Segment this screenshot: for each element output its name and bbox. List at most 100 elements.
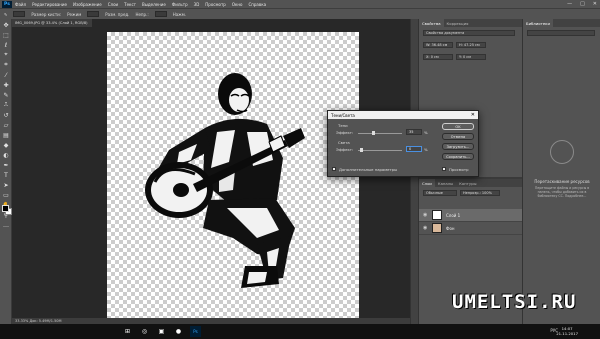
menu-item-window[interactable]: Окно <box>232 2 243 7</box>
pen-tool-icon[interactable]: ✒ <box>1 161 11 169</box>
menu-item-select[interactable]: Выделение <box>142 2 166 7</box>
load-button[interactable]: Загрузить... <box>442 143 474 150</box>
quick-select-tool-icon[interactable]: ⌖ <box>1 51 11 59</box>
shape-tool-icon[interactable]: ▭ <box>1 191 11 199</box>
blend-mode-select[interactable]: Обычные <box>423 190 457 196</box>
menu-item-help[interactable]: Справка <box>248 2 266 7</box>
highlights-amount-input[interactable]: 0 <box>406 146 422 152</box>
explorer-icon[interactable]: ▣ <box>156 326 167 337</box>
layer-row[interactable]: ◉ Фон <box>419 222 522 235</box>
library-select[interactable] <box>527 30 595 36</box>
window-controls: — □ ✕ <box>567 1 597 7</box>
chrome-icon[interactable]: ● <box>173 326 184 337</box>
menu-item-view[interactable]: Просмотр <box>205 2 226 7</box>
eye-icon[interactable]: ◉ <box>423 212 428 218</box>
highlights-slider-track[interactable] <box>358 150 402 151</box>
pressure-label: Нажм. <box>172 11 187 17</box>
browser-icon[interactable]: ◎ <box>139 326 150 337</box>
blur-tool-icon[interactable]: ◆ <box>1 141 11 149</box>
lasso-tool-icon[interactable]: ℓ <box>1 41 11 49</box>
dodge-tool-icon[interactable]: ◐ <box>1 151 11 159</box>
guitarist-silhouette-image <box>145 73 305 288</box>
layer-name: Фон <box>446 225 455 231</box>
y-field[interactable]: Y: 0 см <box>456 54 486 60</box>
menu-item-image[interactable]: Изображение <box>73 2 102 7</box>
layer-row[interactable]: ◉ Слой 1 <box>419 209 522 222</box>
menu-item-layers[interactable]: Слои <box>108 2 118 7</box>
menu-item-filter[interactable]: Фильтр <box>172 2 188 7</box>
eraser-tool-icon[interactable]: ▱ <box>1 121 11 129</box>
tab-paths[interactable]: Контуры <box>456 179 479 187</box>
layer-thumbnail <box>432 210 442 220</box>
clock[interactable]: 14:07 21.11.2017 <box>556 326 578 336</box>
brush-preset-picker[interactable] <box>13 11 26 17</box>
mode-label: Режим <box>67 11 82 17</box>
opacity-label: Непр.: <box>135 11 149 17</box>
gradient-tool-icon[interactable]: ▤ <box>1 131 11 139</box>
ok-button[interactable]: OK <box>442 123 474 130</box>
photoshop-taskbar-icon[interactable]: Ps <box>190 326 201 337</box>
menu-item-edit[interactable]: Редактирование <box>32 2 67 7</box>
document-tab[interactable]: IMG_0069.JPG @ 33.4% (Слой 1, RGB/8) <box>12 19 92 27</box>
type-tool-icon[interactable]: T <box>1 171 11 179</box>
shadows-slider-track[interactable] <box>358 133 402 134</box>
shadows-percent: % <box>424 130 428 135</box>
cancel-button[interactable]: Отмена <box>442 133 474 140</box>
menu-bar: Ps Файл Редактирование Изображение Слои … <box>0 0 600 8</box>
shadows-highlights-dialog: Тени/Света ✕ Тени Эффект: 35 % Света Эфф… <box>327 110 479 177</box>
minimize-button[interactable]: — <box>567 1 572 7</box>
tab-layers[interactable]: Слои <box>419 179 435 187</box>
tab-libraries[interactable]: Библиотеки <box>523 19 553 27</box>
menu-item-3d[interactable]: 3D <box>194 2 200 7</box>
dialog-close-icon[interactable]: ✕ <box>471 112 475 118</box>
windows-start-icon[interactable]: ⊞ <box>122 326 133 337</box>
opacity-input[interactable] <box>154 11 167 17</box>
properties-header: Свойства документа <box>423 30 515 36</box>
brush-tool-icon[interactable]: ✎ <box>4 12 7 17</box>
move-tool-icon[interactable]: ✥ <box>1 21 11 29</box>
close-button[interactable]: ✕ <box>593 1 597 7</box>
shadows-slider-thumb[interactable] <box>372 131 375 135</box>
canvas[interactable] <box>107 32 359 318</box>
height-field[interactable]: H: 47.25 см <box>456 42 486 48</box>
clone-stamp-tool-icon[interactable]: ⎍ <box>1 101 11 109</box>
tab-properties[interactable]: Свойства <box>419 19 444 27</box>
path-select-tool-icon[interactable]: ➤ <box>1 181 11 189</box>
preview-checkbox[interactable] <box>442 167 446 171</box>
eyedropper-tool-icon[interactable]: ⁄ <box>1 71 11 79</box>
toolbar: ✥ ⬚ ℓ ⌖ ⌗ ⁄ ✚ ✎ ⎍ ↺ ▱ ▤ ◆ ◐ ✒ T ➤ ▭ ✋ ⚲ … <box>0 19 12 324</box>
highlights-slider-thumb[interactable] <box>360 148 363 152</box>
more-tools-icon[interactable]: … <box>1 221 11 229</box>
marquee-tool-icon[interactable]: ⬚ <box>1 31 11 39</box>
brush-tool-icon[interactable]: ✎ <box>1 91 11 99</box>
crop-tool-icon[interactable]: ⌗ <box>1 61 11 69</box>
healing-brush-tool-icon[interactable]: ✚ <box>1 81 11 89</box>
libraries-panel: Библиотеки Перетаскивание ресурсов Перет… <box>522 19 600 324</box>
foreground-color-swatch[interactable] <box>2 205 9 212</box>
save-button[interactable]: Сохранить... <box>442 153 474 160</box>
options-bar: ✎ Размер кисти: Режим Разм. пред. Непр.:… <box>0 8 600 19</box>
menu-item-type[interactable]: Текст <box>124 2 136 7</box>
clock-date: 21.11.2017 <box>556 331 578 336</box>
library-empty-text: Перетащите файлы и ресурсы в панель, что… <box>534 186 590 198</box>
highlights-percent: % <box>424 147 428 152</box>
tab-channels[interactable]: Каналы <box>435 179 456 187</box>
more-options-checkbox[interactable] <box>332 167 336 171</box>
x-field[interactable]: X: 0 см <box>423 54 453 60</box>
opacity-field[interactable]: Непрозр.: 100% <box>460 190 500 196</box>
dialog-title: Тени/Света <box>331 113 355 118</box>
eye-icon[interactable]: ◉ <box>423 225 428 231</box>
shadows-group-label: Тени <box>338 123 348 128</box>
history-brush-tool-icon[interactable]: ↺ <box>1 111 11 119</box>
tab-adjustments[interactable]: Коррекция <box>444 19 472 27</box>
mode-select[interactable] <box>87 11 100 17</box>
taskbar: ⊞ ◎ ▣ ● Ps РУС 14:07 21.11.2017 <box>0 324 600 339</box>
width-field[interactable]: W: 36.48 см <box>423 42 453 48</box>
menu-item-file[interactable]: Файл <box>15 2 26 7</box>
library-drop-icon <box>550 140 574 164</box>
sample-size-label: Разм. пред. <box>105 11 130 17</box>
preview-label: Просмотр <box>449 167 469 172</box>
dialog-titlebar[interactable]: Тени/Света ✕ <box>328 111 478 119</box>
maximize-button[interactable]: □ <box>580 1 585 7</box>
shadows-amount-input[interactable]: 35 <box>406 129 422 135</box>
